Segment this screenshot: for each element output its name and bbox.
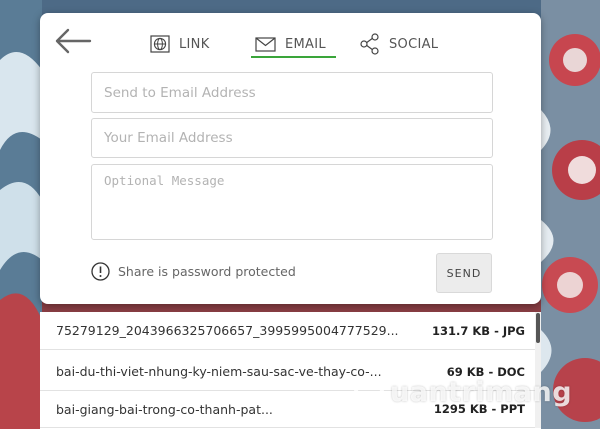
recipient-email-input[interactable] bbox=[91, 72, 493, 113]
file-name: 75279129_2043966325706657_39959950047775… bbox=[56, 323, 399, 338]
tab-email-label: EMAIL bbox=[285, 36, 326, 52]
file-row[interactable]: bai-du-thi-viet-nhung-ky-niem-sau-sac-ve… bbox=[40, 353, 535, 391]
file-row[interactable]: 75279129_2043966325706657_39959950047775… bbox=[40, 312, 535, 350]
back-button[interactable] bbox=[54, 27, 92, 55]
file-name: bai-du-thi-viet-nhung-ky-niem-sau-sac-ve… bbox=[56, 364, 382, 379]
file-size-type: 69 KB - DOC bbox=[446, 364, 525, 379]
globe-icon bbox=[150, 35, 170, 53]
password-note-text: Share is password protected bbox=[118, 263, 296, 279]
tab-link-label: LINK bbox=[179, 36, 210, 52]
file-size-type: 131.7 KB - JPG bbox=[432, 323, 525, 338]
tab-social-label: SOCIAL bbox=[389, 36, 439, 52]
message-textarea[interactable] bbox=[91, 164, 493, 240]
scrollbar-thumb[interactable] bbox=[536, 313, 540, 343]
info-alert-icon bbox=[91, 261, 110, 281]
file-list: 75279129_2043966325706657_39959950047775… bbox=[40, 312, 541, 429]
file-row[interactable]: bai-giang-bai-trong-co-thanh-pat... 1295… bbox=[40, 394, 535, 428]
tab-email[interactable]: EMAIL bbox=[255, 31, 326, 57]
tab-link[interactable]: LINK bbox=[150, 31, 210, 57]
share-dialog: LINK EMAIL SOCIAL Share is password prot… bbox=[40, 13, 541, 304]
file-name: bai-giang-bai-trong-co-thanh-pat... bbox=[56, 402, 273, 417]
sender-email-input[interactable] bbox=[91, 118, 493, 158]
envelope-icon bbox=[255, 36, 276, 52]
send-button[interactable]: SEND bbox=[436, 253, 492, 293]
share-icon bbox=[360, 33, 379, 55]
arrow-left-icon bbox=[55, 28, 92, 54]
active-tab-indicator bbox=[251, 56, 336, 58]
tab-social[interactable]: SOCIAL bbox=[360, 31, 438, 57]
file-size-type: 1295 KB - PPT bbox=[433, 402, 525, 416]
password-protected-note: Share is password protected bbox=[91, 261, 296, 281]
